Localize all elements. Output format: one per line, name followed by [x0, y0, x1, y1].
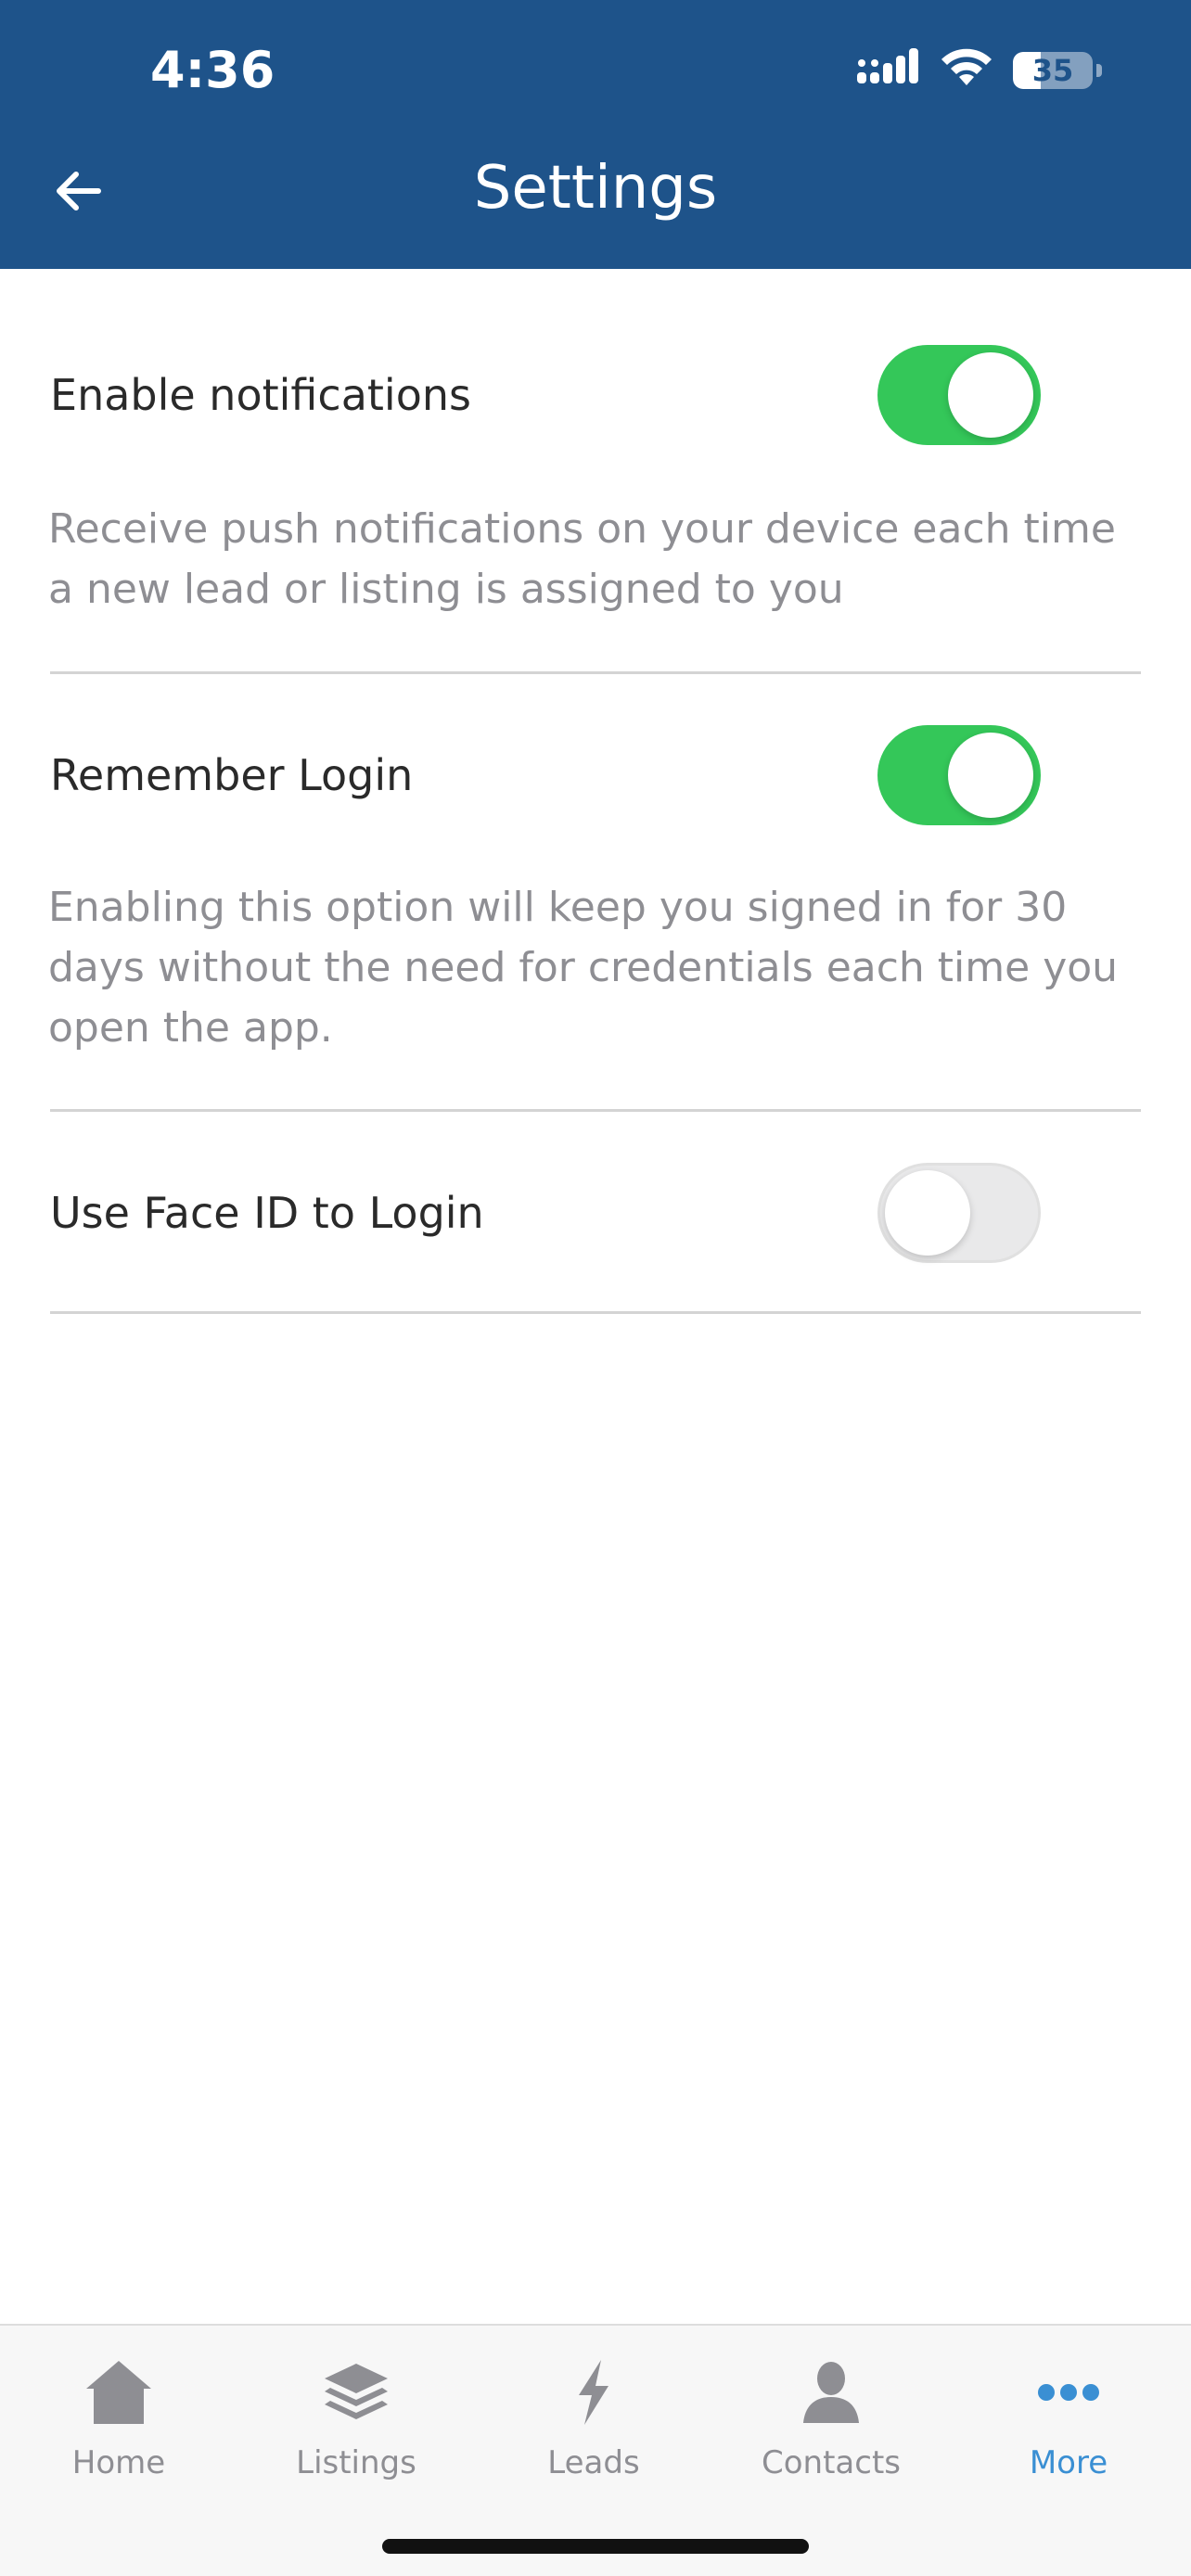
lightning-icon [475, 2353, 712, 2431]
tab-more-label: More [1029, 2444, 1108, 2481]
tab-leads-label: Leads [547, 2444, 640, 2481]
cellular-signal-icon [857, 48, 920, 93]
remember-login-description: Enabling this option will keep you signe… [48, 884, 1119, 1052]
divider [50, 1109, 1141, 1112]
divider [50, 1311, 1141, 1314]
more-dots-icon [950, 2353, 1187, 2431]
face-id-login-label: Use Face ID to Login [50, 1188, 484, 1238]
status-icons: 35 [857, 46, 1102, 95]
tab-contacts-label: Contacts [762, 2444, 901, 2481]
settings-screen: 4:36 35 Settings Enable notifications Re… [0, 0, 1191, 2576]
home-indicator [382, 2539, 809, 2554]
battery-icon: 35 [1013, 52, 1093, 89]
tab-more[interactable]: More [950, 2344, 1187, 2493]
remember-login-label: Remember Login [50, 750, 414, 800]
tab-home[interactable]: Home [0, 2344, 237, 2493]
toggle-knob [885, 1170, 970, 1256]
battery-cap [1096, 64, 1102, 77]
divider [50, 671, 1141, 674]
tab-contacts[interactable]: Contacts [712, 2344, 950, 2493]
enable-notifications-description: Receive push notifications on your devic… [48, 505, 1116, 613]
header-bar: 4:36 35 Settings [0, 0, 1191, 269]
wifi-icon [939, 48, 994, 93]
toggle-knob [948, 352, 1033, 438]
tab-listings-label: Listings [296, 2444, 416, 2481]
remember-login-toggle[interactable] [877, 725, 1041, 825]
person-icon [712, 2353, 950, 2431]
tab-listings[interactable]: Listings [237, 2344, 475, 2493]
status-time: 4:36 [150, 41, 275, 99]
tab-home-label: Home [71, 2444, 166, 2481]
toggle-knob [948, 733, 1033, 818]
enable-notifications-label: Enable notifications [50, 370, 471, 420]
home-icon [0, 2353, 237, 2431]
layers-icon [237, 2353, 475, 2431]
tab-leads[interactable]: Leads [475, 2344, 712, 2493]
page-title: Settings [473, 154, 718, 223]
battery-level: 35 [1031, 53, 1074, 88]
enable-notifications-toggle[interactable] [877, 345, 1041, 445]
face-id-login-toggle[interactable] [877, 1163, 1041, 1263]
